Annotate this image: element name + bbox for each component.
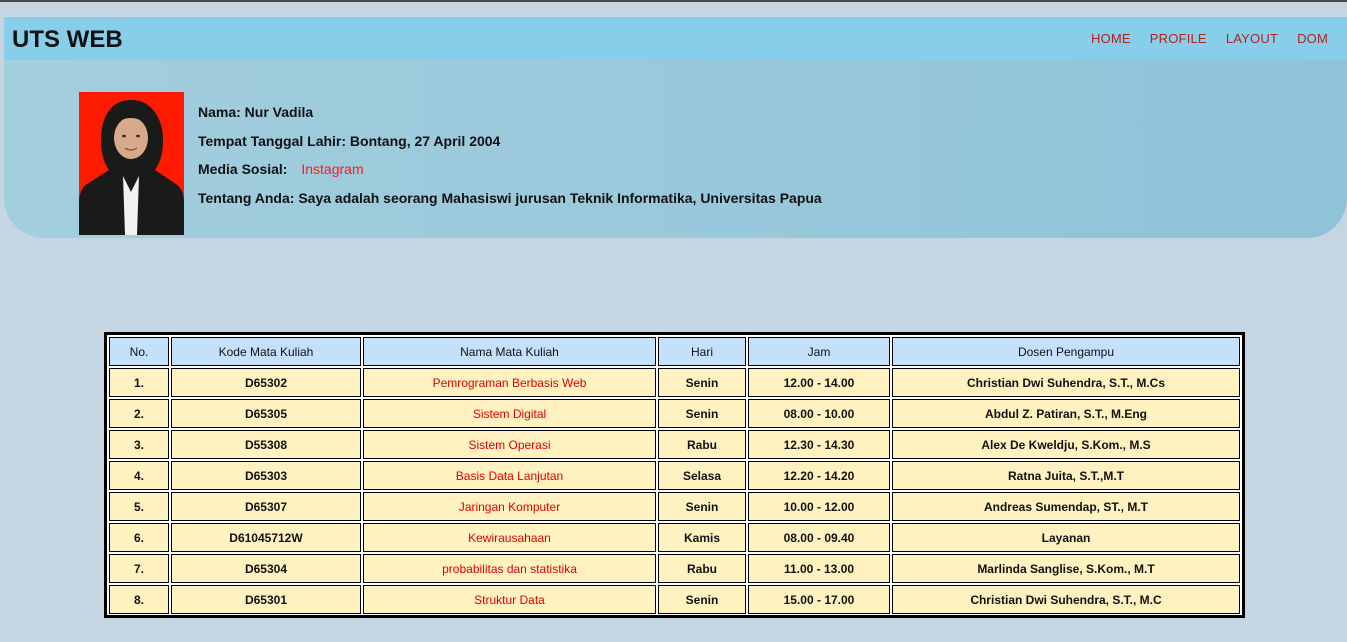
cell-no: 2. <box>109 399 169 428</box>
header-nama: Nama Mata Kuliah <box>363 337 656 366</box>
cell-nama: Struktur Data <box>363 585 656 614</box>
top-border <box>0 0 1347 2</box>
cell-dosen: Marlinda Sanglise, S.Kom., M.T <box>892 554 1240 583</box>
cell-hari: Kamis <box>658 523 746 552</box>
header-dosen: Dosen Pengampu <box>892 337 1240 366</box>
cell-dosen: Christian Dwi Suhendra, S.T., M.C <box>892 585 1240 614</box>
cell-hari: Selasa <box>658 461 746 490</box>
profile-info: Nama: Nur Vadila Tempat Tanggal Lahir: B… <box>198 104 822 218</box>
cell-kode: D61045712W <box>171 523 361 552</box>
cell-kode: D65301 <box>171 585 361 614</box>
table-row: 1. D65302 Pemrograman Berbasis Web Senin… <box>109 368 1240 397</box>
table-row: 5. D65307 Jaringan Komputer Senin 10.00 … <box>109 492 1240 521</box>
cell-hari: Senin <box>658 368 746 397</box>
navbar: UTS WEB HOME PROFILE LAYOUT DOM <box>4 17 1347 60</box>
cell-jam: 08.00 - 09.40 <box>748 523 890 552</box>
cell-no: 8. <box>109 585 169 614</box>
cell-kode: D55308 <box>171 430 361 459</box>
instagram-link[interactable]: Instagram <box>301 161 363 177</box>
table-header-row: No. Kode Mata Kuliah Nama Mata Kuliah Ha… <box>109 337 1240 366</box>
nav-menu: HOME PROFILE LAYOUT DOM <box>1091 31 1347 46</box>
cell-kode: D65302 <box>171 368 361 397</box>
cell-no: 7. <box>109 554 169 583</box>
cell-kode: D65303 <box>171 461 361 490</box>
profile-section: Nama: Nur Vadila Tempat Tanggal Lahir: B… <box>4 60 1347 238</box>
cell-hari: Rabu <box>658 430 746 459</box>
header-hari: Hari <box>658 337 746 366</box>
cell-dosen: Ratna Juita, S.T.,M.T <box>892 461 1240 490</box>
schedule-table: No. Kode Mata Kuliah Nama Mata Kuliah Ha… <box>107 335 1242 616</box>
cell-jam: 12.00 - 14.00 <box>748 368 890 397</box>
cell-jam: 12.30 - 14.30 <box>748 430 890 459</box>
schedule-table-wrapper: No. Kode Mata Kuliah Nama Mata Kuliah Ha… <box>104 332 1245 618</box>
cell-nama: Basis Data Lanjutan <box>363 461 656 490</box>
nav-profile-link[interactable]: PROFILE <box>1150 31 1207 46</box>
cell-kode: D65304 <box>171 554 361 583</box>
cell-hari: Senin <box>658 585 746 614</box>
profile-birth: Tempat Tanggal Lahir: Bontang, 27 April … <box>198 132 501 149</box>
profile-social: Media Sosial: Instagram <box>198 161 822 190</box>
header-kode: Kode Mata Kuliah <box>171 337 361 366</box>
profile-name: Nama: Nur Vadila <box>198 104 314 120</box>
nav-home-link[interactable]: HOME <box>1091 31 1131 46</box>
cell-no: 1. <box>109 368 169 397</box>
cell-no: 3. <box>109 430 169 459</box>
table-row: 8. D65301 Struktur Data Senin 15.00 - 17… <box>109 585 1240 614</box>
table-row: 3. D55308 Sistem Operasi Rabu 12.30 - 14… <box>109 430 1240 459</box>
cell-kode: D65307 <box>171 492 361 521</box>
cell-jam: 11.00 - 13.00 <box>748 554 890 583</box>
table-row: 4. D65303 Basis Data Lanjutan Selasa 12.… <box>109 461 1240 490</box>
cell-jam: 10.00 - 12.00 <box>748 492 890 521</box>
cell-no: 4. <box>109 461 169 490</box>
table-row: 7. D65304 probabilitas dan statistika Ra… <box>109 554 1240 583</box>
cell-hari: Rabu <box>658 554 746 583</box>
cell-dosen: Layanan <box>892 523 1240 552</box>
header-no: No. <box>109 337 169 366</box>
cell-hari: Senin <box>658 492 746 521</box>
cell-nama: Pemrograman Berbasis Web <box>363 368 656 397</box>
table-row: 2. D65305 Sistem Digital Senin 08.00 - 1… <box>109 399 1240 428</box>
site-title: UTS WEB <box>12 26 123 53</box>
cell-jam: 08.00 - 10.00 <box>748 399 890 428</box>
nav-dom-link[interactable]: DOM <box>1297 31 1328 46</box>
cell-dosen: Alex De Kweldju, S.Kom., M.S <box>892 430 1240 459</box>
cell-hari: Senin <box>658 399 746 428</box>
cell-nama: Jaringan Komputer <box>363 492 656 521</box>
cell-jam: 15.00 - 17.00 <box>748 585 890 614</box>
profile-photo-image <box>79 92 184 235</box>
cell-kode: D65305 <box>171 399 361 428</box>
nav-layout-link[interactable]: LAYOUT <box>1226 31 1278 46</box>
cell-dosen: Abdul Z. Patiran, S.T., M.Eng <box>892 399 1240 428</box>
cell-nama: Sistem Operasi <box>363 430 656 459</box>
cell-nama: Sistem Digital <box>363 399 656 428</box>
cell-jam: 12.20 - 14.20 <box>748 461 890 490</box>
header-jam: Jam <box>748 337 890 366</box>
cell-no: 5. <box>109 492 169 521</box>
social-label: Media Sosial: <box>198 161 288 177</box>
cell-no: 6. <box>109 523 169 552</box>
cell-nama: Kewirausahaan <box>363 523 656 552</box>
profile-photo <box>79 92 184 235</box>
cell-dosen: Christian Dwi Suhendra, S.T., M.Cs <box>892 368 1240 397</box>
cell-dosen: Andreas Sumendap, ST., M.T <box>892 492 1240 521</box>
profile-about: Tentang Anda: Saya adalah seorang Mahasi… <box>198 189 822 206</box>
cell-nama: probabilitas dan statistika <box>363 554 656 583</box>
table-row: 6. D61045712W Kewirausahaan Kamis 08.00 … <box>109 523 1240 552</box>
